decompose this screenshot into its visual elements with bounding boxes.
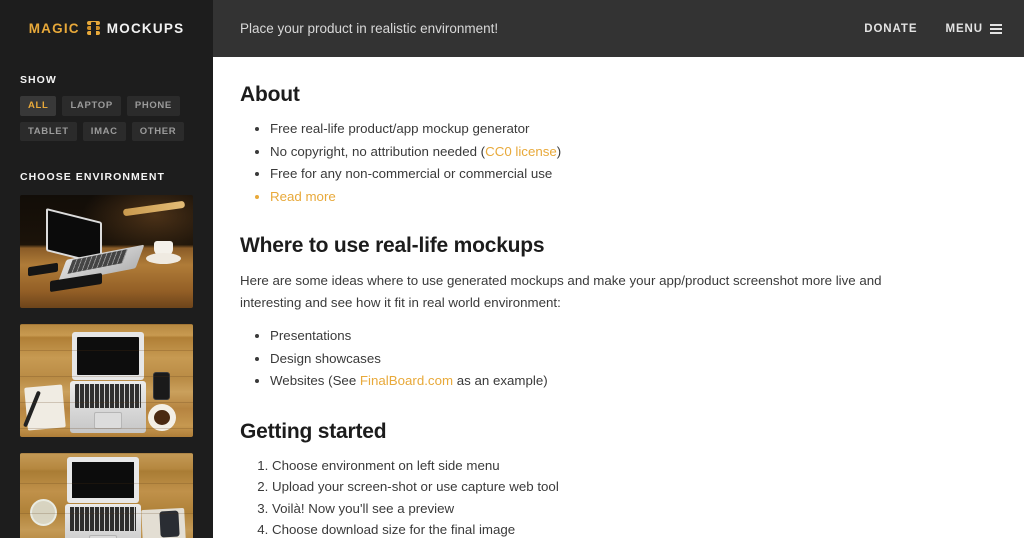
logo[interactable]: MAGIC MOCKUPS (0, 0, 213, 57)
filter-button-laptop[interactable]: LAPTOP (62, 96, 121, 116)
top-header: Place your product in realistic environm… (213, 0, 1024, 57)
logo-mark-icon (86, 20, 100, 37)
about-list: Free real-life product/app mockup genera… (240, 118, 984, 207)
filter-button-tablet[interactable]: TABLET (20, 121, 77, 141)
donate-link[interactable]: DONATE (864, 23, 917, 35)
websites-text-before: Websites (See (270, 373, 360, 388)
about-item-2-text-after: ) (556, 143, 562, 159)
where-to-use-title: Where to use real-life mockups (240, 234, 545, 257)
list-item: Read more (270, 186, 984, 208)
websites-text-after: as an example) (453, 373, 548, 388)
app-root: MAGIC MOCKUPS SHOW ALL LAPTOP PHONE TABL… (0, 0, 1024, 538)
show-heading: SHOW (20, 74, 57, 86)
cc0-license-link[interactable]: CC0 license (485, 144, 557, 159)
hamburger-icon (990, 23, 1002, 34)
where-to-use-paragraph: Here are some ideas where to use generat… (240, 273, 882, 310)
list-item: Choose environment on left side menu (272, 455, 984, 477)
list-item: No copyright, no attribution needed (CC0… (270, 141, 984, 163)
main-content: About Free real-life product/app mockup … (213, 57, 1024, 538)
getting-started-title: Getting started (240, 419, 387, 443)
sidebar: MAGIC MOCKUPS SHOW ALL LAPTOP PHONE TABL… (0, 0, 213, 538)
about-section: About Free real-life product/app mockup … (240, 83, 984, 207)
menu-label: MENU (945, 22, 983, 35)
filter-button-all[interactable]: ALL (20, 96, 57, 116)
environment-thumbnail-3[interactable] (20, 453, 193, 538)
finalboard-link[interactable]: FinalBoard.com (360, 373, 453, 388)
choose-environment-heading: CHOOSE ENVIRONMENT (20, 171, 165, 183)
list-item: Design showcases (270, 348, 984, 370)
where-to-use-list: Presentations Design showcases Websites … (240, 325, 984, 392)
header-tagline: Place your product in realistic environm… (240, 21, 499, 36)
filter-button-group: ALL LAPTOP PHONE TABLET IMAC OTHER (20, 96, 193, 141)
environment-thumbnail-1[interactable] (20, 195, 193, 308)
list-item: Free real-life product/app mockup genera… (270, 118, 984, 140)
list-item: Upload your screen-shot or use capture w… (272, 476, 984, 498)
list-item: Choose download size for the final image (272, 519, 984, 538)
list-item: Free for any non-commercial or commercia… (270, 163, 984, 185)
list-item: Presentations (270, 325, 984, 347)
list-item: Websites (See FinalBoard.com as an examp… (270, 370, 984, 392)
logo-text-magic: MAGIC (28, 21, 80, 36)
where-to-use-section: Where to use real-life mockups Here are … (240, 234, 984, 392)
environment-thumbnail-list (0, 195, 213, 538)
about-title: About (240, 83, 300, 106)
filter-button-imac[interactable]: IMAC (82, 121, 126, 141)
header-actions: DONATE MENU (864, 23, 1002, 35)
getting-started-section: Getting started Choose environment on le… (240, 420, 984, 538)
logo-text-mockups: MOCKUPS (106, 21, 185, 36)
filter-button-phone[interactable]: PHONE (126, 96, 180, 116)
menu-button[interactable]: MENU (945, 23, 1002, 35)
environment-thumbnail-2[interactable] (20, 324, 193, 437)
read-more-link[interactable]: Read more (270, 189, 336, 204)
show-filter-section: SHOW ALL LAPTOP PHONE TABLET IMAC OTHER … (0, 74, 213, 183)
about-item-2-text-before: No copyright, no attribution needed ( (270, 143, 486, 159)
getting-started-list: Choose environment on left side menu Upl… (240, 455, 984, 538)
list-item: Voilà! Now you'll see a preview (272, 498, 984, 520)
filter-button-other[interactable]: OTHER (131, 121, 185, 141)
